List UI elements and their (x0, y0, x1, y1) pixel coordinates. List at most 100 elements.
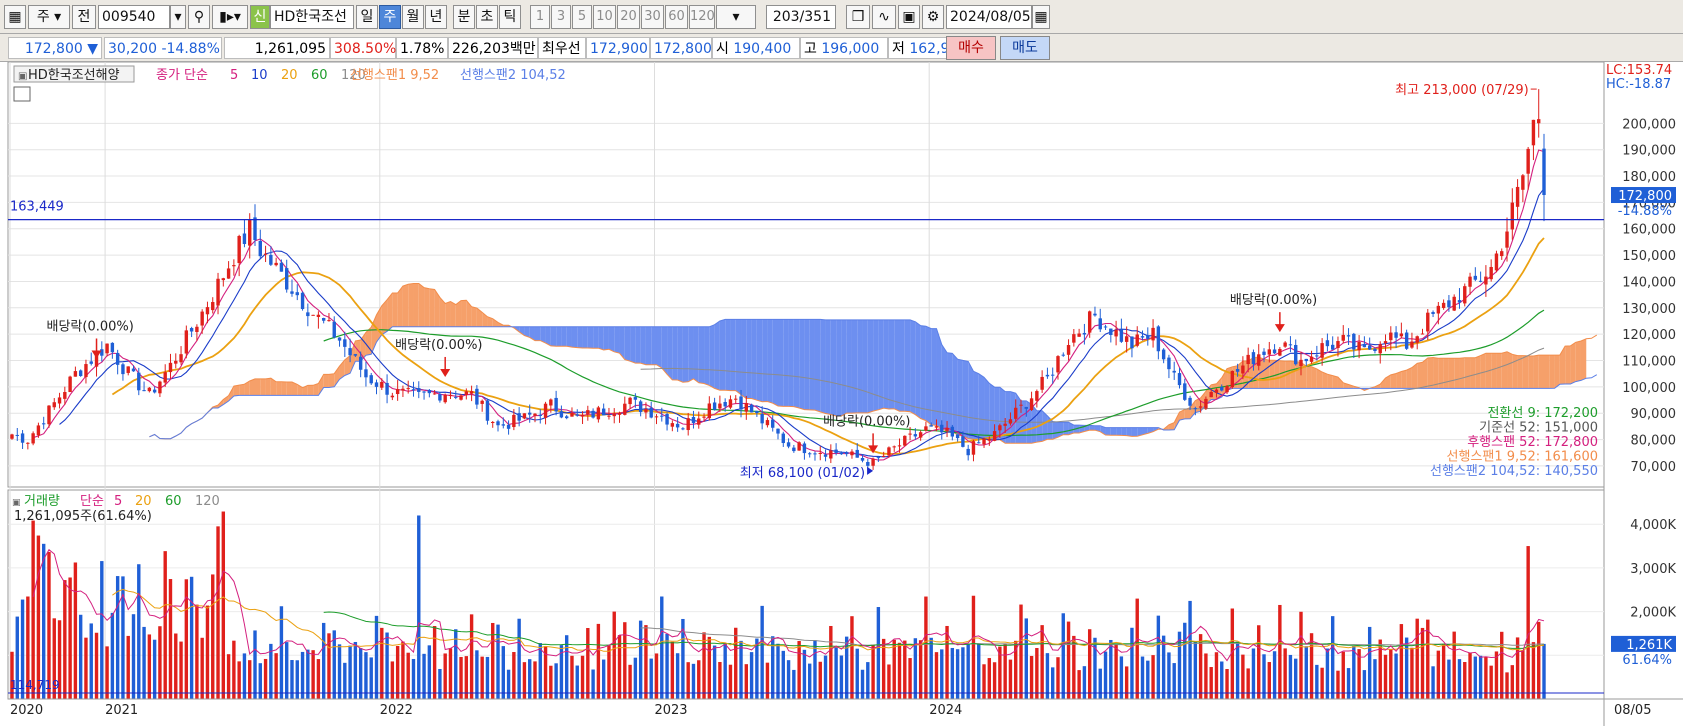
stock-name-input[interactable]: HD한국조선 (270, 5, 354, 29)
candle-body (506, 424, 511, 429)
candle-body (908, 433, 912, 435)
candle-body (47, 405, 51, 425)
ichimoku-cloud-segment (809, 319, 815, 411)
settings-gear-icon[interactable]: ⚙ (922, 5, 944, 29)
volume-bar (1489, 665, 1493, 699)
candle-body (258, 240, 262, 257)
candle-body (242, 233, 247, 245)
ichimoku-cloud-segment (825, 319, 831, 415)
volume-bar (517, 618, 521, 699)
period-tab[interactable]: 주 (379, 5, 401, 29)
volume-bar (1362, 670, 1367, 699)
period-tab[interactable]: 년 (425, 5, 447, 29)
volume-bar (1072, 635, 1076, 699)
volume-bar (1500, 631, 1504, 699)
ichimoku-cloud-segment (873, 319, 879, 412)
interval-tab[interactable]: 120 (689, 5, 715, 29)
calendar-icon[interactable]: ▦ (1032, 5, 1050, 29)
volume-bar (432, 626, 437, 699)
sell-button[interactable]: 매도 (1000, 36, 1050, 60)
ichimoku-cloud-segment (915, 321, 921, 419)
ichimoku-cloud-segment (1401, 370, 1407, 389)
search-icon[interactable]: ⚲ (188, 5, 210, 29)
stock-chart[interactable]: 70,000 80,000 90,000 100,000 110,000 120,000 1… (0, 62, 1683, 726)
volume-bar (596, 623, 601, 699)
ichimoku-cloud-segment (328, 373, 335, 388)
code-dropdown-icon[interactable]: ▾ (170, 5, 186, 29)
candle-body (131, 368, 136, 372)
interval-tab[interactable]: 60 (665, 5, 688, 29)
candle-body (723, 401, 727, 407)
volume-bar (871, 644, 875, 699)
period-tab[interactable]: 월 (402, 5, 424, 29)
buy-button[interactable]: 매수 (946, 36, 996, 60)
volume-bar (591, 669, 595, 699)
volume-bar (1272, 651, 1277, 699)
volume-bar (660, 596, 664, 699)
candle-body (934, 426, 939, 428)
volume-bar (1521, 649, 1525, 699)
candle-body (1220, 387, 1224, 391)
volume-bar (1330, 616, 1335, 699)
volume-bar (1515, 637, 1520, 699)
save-icon[interactable]: ▣ (898, 5, 920, 29)
candle-body (839, 452, 844, 455)
ichimoku-cloud-segment (640, 326, 646, 365)
data-count[interactable]: 203/351 (766, 5, 836, 29)
candle-body (881, 455, 886, 457)
volume-bar (1214, 652, 1219, 699)
ichimoku-cloud-segment (392, 293, 398, 327)
sound-icon[interactable]: ▮▸▾ (212, 5, 248, 29)
candle-body (612, 413, 616, 417)
stock-code-input[interactable]: 009540 (98, 5, 170, 29)
volume-bar (1341, 651, 1345, 699)
period-select[interactable]: 주 ▾ (28, 5, 70, 29)
compare-icon[interactable]: ∿ (872, 5, 896, 29)
interval-tab[interactable]: 20 (617, 5, 640, 29)
ichimoku-cloud-segment (1279, 360, 1286, 389)
chart-type-icon[interactable]: ▦ (4, 5, 26, 29)
volume-bar (839, 655, 844, 699)
volume-bar (1019, 604, 1023, 699)
volume-bar (538, 643, 542, 699)
candle-body (1267, 349, 1271, 355)
interval-tab[interactable]: 10 (593, 5, 616, 29)
candle-body (311, 314, 315, 316)
interval-tab[interactable]: 3 (551, 5, 571, 29)
interval-tab[interactable]: 30 (641, 5, 664, 29)
volume-bar (776, 643, 780, 699)
volume-bar (469, 614, 474, 699)
interval-tab[interactable]: 5 (572, 5, 592, 29)
tools-icon[interactable]: ❒ (846, 5, 870, 29)
interval-tab[interactable]: 1 (530, 5, 550, 29)
prev-button[interactable]: 전 (72, 5, 96, 29)
period-tab[interactable]: 일 (356, 5, 378, 29)
ichimoku-cloud-segment (688, 326, 694, 382)
volume-bar (443, 653, 447, 699)
period-tab[interactable]: 초 (476, 5, 498, 29)
interval-dropdown[interactable]: ▾ (716, 5, 756, 29)
candle-body (971, 441, 976, 455)
volume-bar (913, 638, 918, 699)
candle-body (1426, 312, 1430, 332)
volume-bar (1235, 641, 1240, 699)
volume-bar (232, 640, 236, 699)
volume-bar (126, 635, 130, 699)
ichimoku-cloud-segment (1390, 373, 1397, 389)
candle-body (337, 337, 342, 341)
volume-bar (1114, 644, 1118, 699)
period-tab[interactable]: 틱 (499, 5, 521, 29)
candle-body (1304, 358, 1308, 362)
y-tick-label: 160,000 (1622, 223, 1676, 238)
candle-body (1278, 348, 1282, 356)
volume-bar (448, 648, 453, 699)
volume-bar (168, 579, 173, 699)
volume-bar (554, 663, 558, 699)
volume-bar (1299, 611, 1303, 699)
date-input[interactable]: 2024/08/05 (946, 5, 1032, 29)
candle-body (749, 404, 754, 413)
volume-bar (1399, 624, 1404, 699)
candle-body (617, 412, 622, 415)
period-tab[interactable]: 분 (453, 5, 475, 29)
ichimoku-cloud-segment (693, 326, 699, 383)
